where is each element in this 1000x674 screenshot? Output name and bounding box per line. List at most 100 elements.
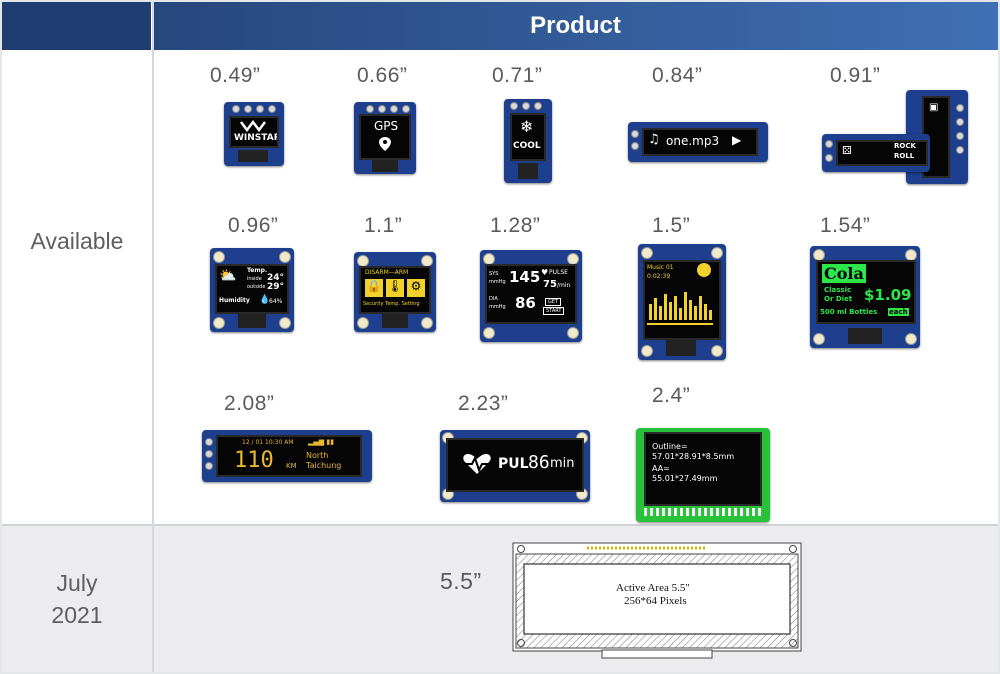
bottles-text: 500 ml Bottles — [820, 308, 878, 316]
price-text: $1.09 — [864, 286, 912, 304]
gps-text: GPS — [374, 119, 399, 133]
size-label-1-1: 1.1” — [364, 214, 403, 237]
size-label-2-08: 2.08” — [224, 392, 275, 415]
get-label: GET — [545, 298, 562, 306]
active-area-text: Active Area 5.5" — [616, 582, 690, 594]
cool-text: COOL — [513, 141, 541, 151]
header-product-cell: Product — [153, 2, 998, 50]
screen-2-23: PUL 86 min — [446, 438, 584, 492]
header-corner-cell — [2, 2, 151, 50]
thermometer-icon: 🌡 — [386, 279, 404, 297]
heart-pulse-icon — [463, 454, 491, 474]
dice-icon: ⚄ — [842, 144, 852, 157]
product-table: Product Available July 2021 0.49” 0.66” … — [2, 2, 998, 672]
size-label-1-28: 1.28” — [490, 214, 541, 237]
sys-mmhg-label: mmHg — [489, 279, 506, 285]
taichung-text: Taichung — [306, 461, 342, 470]
screen-2-08: 12 / 01 10:30 AM ▂▄▆ ▮▮ 110 KM North Tai… — [216, 435, 362, 477]
dia-label: DIA — [489, 296, 498, 302]
start-label: START — [543, 307, 565, 315]
row-label-available: Available — [30, 228, 124, 254]
screen-0-66: GPS — [359, 114, 411, 160]
screen-1-54: Cola Classic Or Diet $1.09 500 ml Bottle… — [816, 260, 916, 324]
snowflake-icon: ❄ — [520, 117, 534, 136]
date-time-text: 12 / 01 10:30 AM — [242, 439, 294, 446]
size-label-0-84: 0.84” — [652, 64, 703, 87]
oled-module-1-54: Cola Classic Or Diet $1.09 500 ml Bottle… — [810, 246, 920, 348]
outline-line-1: Outline= — [652, 442, 688, 451]
screen-1-1: DISARM—ARM 🔒 🌡 ⚙ Security Temp. Setting — [359, 266, 431, 314]
winstar-text: WINSTAR — [234, 133, 279, 143]
oled-module-0-71: ❄ COOL — [504, 99, 552, 183]
rock-text: ROCK — [894, 142, 916, 150]
cola-logo: Cola — [822, 264, 866, 283]
oled-module-0-66: GPS — [354, 102, 416, 174]
oled-module-2-4: Outline= 57.01*28.91*8.5mm AA= 55.01*27.… — [636, 428, 770, 522]
oled-module-0-49: WINSTAR — [224, 102, 284, 166]
oled-module-2-23: PUL 86 min — [440, 430, 590, 502]
music-time: 0:02:39 — [647, 273, 671, 280]
header-product-label: Product — [530, 12, 621, 39]
size-label-0-96: 0.96” — [228, 214, 279, 237]
pulse-label: PULSE — [549, 269, 568, 276]
location-pin-icon — [379, 137, 391, 151]
play-icon: ▶ — [732, 133, 742, 147]
column-divider — [152, 2, 154, 672]
size-label-1-54: 1.54” — [820, 214, 871, 237]
distance-value: 110 — [234, 448, 274, 473]
oled-module-0-84: ♫ one.mp3 ▶ — [628, 122, 768, 162]
oled-module-0-91: ▣ ⚄ ROCK ROLL — [822, 90, 968, 184]
inside-label: inside — [247, 276, 262, 282]
humidity-value: 64% — [269, 298, 283, 305]
oled-module-1-1: DISARM—ARM 🔒 🌡 ⚙ Security Temp. Setting — [354, 252, 436, 332]
screen-1-28: SYS mmHg 145 ♥ PULSE 75 /min DIA mmHg 86… — [485, 264, 577, 324]
size-label-0-66: 0.66” — [357, 64, 408, 87]
pin-header — [644, 508, 762, 516]
screen-1-5: Music 01 0:02:39 — [643, 260, 721, 340]
dia-value: 86 — [515, 294, 536, 312]
oled-module-1-5: Music 01 0:02:39 — [638, 244, 726, 360]
oled-module-1-28: SYS mmHg 145 ♥ PULSE 75 /min DIA mmHg 86… — [480, 250, 582, 342]
aa-line-2: 55.01*27.49mm — [652, 474, 718, 483]
pul-value: 86 — [528, 452, 550, 473]
each-text: each — [888, 308, 909, 316]
size-label-0-49: 0.49” — [210, 64, 261, 87]
humidity-label: Humidity — [219, 297, 250, 304]
north-text: North — [306, 451, 329, 460]
outside-label: outside — [247, 284, 266, 290]
km-label: KM — [286, 462, 297, 470]
winstar-logo-icon — [240, 120, 266, 132]
temp-label: Temp. — [247, 267, 268, 274]
size-label-2-4: 2.4” — [652, 384, 691, 407]
screen-0-71: ❄ COOL — [510, 113, 546, 161]
oled-module-0-96: ⛅ Temp. inside 24° outside 29° Humidity … — [210, 248, 294, 332]
min-label: min — [550, 456, 575, 471]
pul-label: PUL — [498, 456, 529, 472]
music-title: Music 01 — [647, 264, 674, 271]
screen-0-91-horizontal: ⚄ ROCK ROLL — [836, 140, 928, 166]
signal-battery-icon: ▂▄▆ ▮▮ — [308, 438, 335, 446]
music-note-icon: ♫ — [648, 132, 660, 147]
dia-mmhg-label: mmHg — [489, 304, 506, 310]
disarm-arm-text: DISARM—ARM — [365, 269, 409, 276]
screen-0-84: ♫ one.mp3 ▶ — [642, 128, 758, 156]
row-label-2021: 2021 — [51, 602, 103, 628]
screen-2-4: Outline= 57.01*28.91*8.5mm AA= 55.01*27.… — [644, 432, 762, 506]
outside-temp-value: 29° — [267, 282, 285, 292]
equalizer-icon — [647, 292, 713, 325]
pulse-value: 75 — [543, 279, 557, 290]
one-mp3-text: one.mp3 — [666, 134, 720, 148]
settings-gear-icon: ⚙ — [407, 279, 425, 297]
size-label-0-71: 0.71” — [492, 64, 543, 87]
row-label-july: July — [56, 570, 98, 596]
roll-text: ROLL — [894, 152, 915, 160]
sys-label: SYS — [489, 271, 499, 277]
pixels-text: 256*64 Pixels — [624, 595, 687, 607]
oled-module-2-08: 12 / 01 10:30 AM ▂▄▆ ▮▮ 110 KM North Tai… — [202, 430, 372, 482]
aa-line-1: AA= — [652, 464, 670, 473]
per-min-label: /min — [557, 282, 571, 289]
sys-value: 145 — [509, 268, 541, 286]
screen-0-96: ⛅ Temp. inside 24° outside 29° Humidity … — [215, 264, 289, 314]
or-diet-text: Or Diet — [824, 295, 853, 303]
size-label-2-23: 2.23” — [458, 392, 509, 415]
